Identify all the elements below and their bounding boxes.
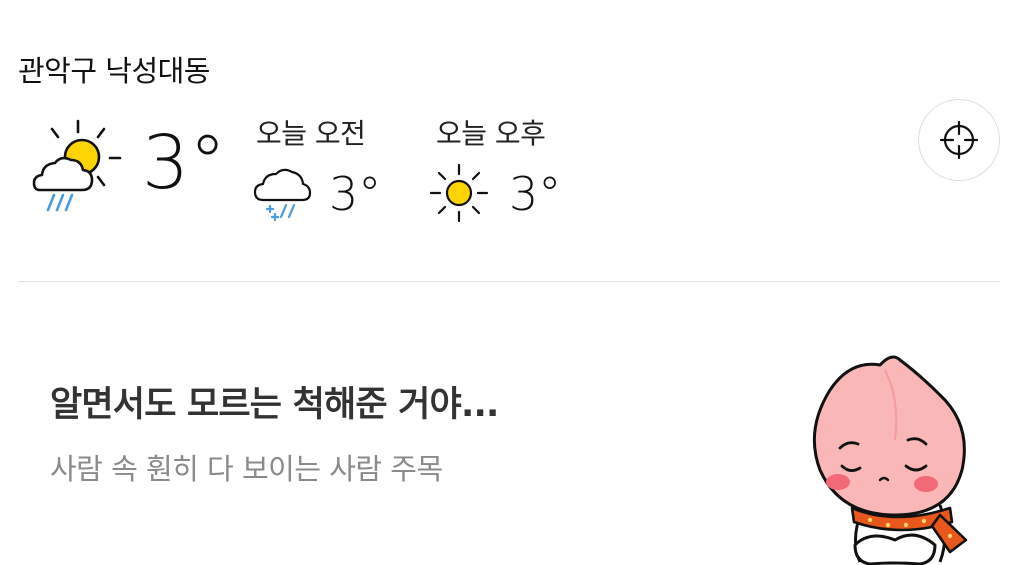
sun-icon bbox=[429, 163, 489, 223]
cloud-sleet-icon bbox=[253, 168, 312, 222]
current-location-button[interactable] bbox=[918, 99, 1000, 181]
card-subtitle: 사람 속 훤히 다 보이는 사람 주목 bbox=[50, 452, 443, 486]
location-label: 관악구 낙성대동 bbox=[18, 54, 210, 88]
forecast-morning: 오늘 오전 3° bbox=[253, 112, 381, 222]
apeach-character-illustration bbox=[812, 355, 968, 565]
card-title: 알면서도 모르는 척해준 거야... bbox=[50, 385, 499, 425]
forecast-morning-label: 오늘 오전 bbox=[256, 117, 366, 150]
current-temperature: 3° bbox=[142, 120, 227, 206]
crosshair-icon bbox=[939, 120, 979, 160]
content-card[interactable]: 알면서도 모르는 척해준 거야... 사람 속 훤히 다 보이는 사람 주목 bbox=[0, 282, 1018, 565]
forecast-afternoon: 오늘 오후 3° bbox=[429, 112, 561, 223]
sun-cloud-rain-icon bbox=[32, 119, 122, 212]
forecast-afternoon-label: 오늘 오후 bbox=[436, 117, 546, 150]
forecast-afternoon-temp: 3° bbox=[509, 167, 562, 221]
forecast-morning-temp: 3° bbox=[329, 167, 382, 221]
